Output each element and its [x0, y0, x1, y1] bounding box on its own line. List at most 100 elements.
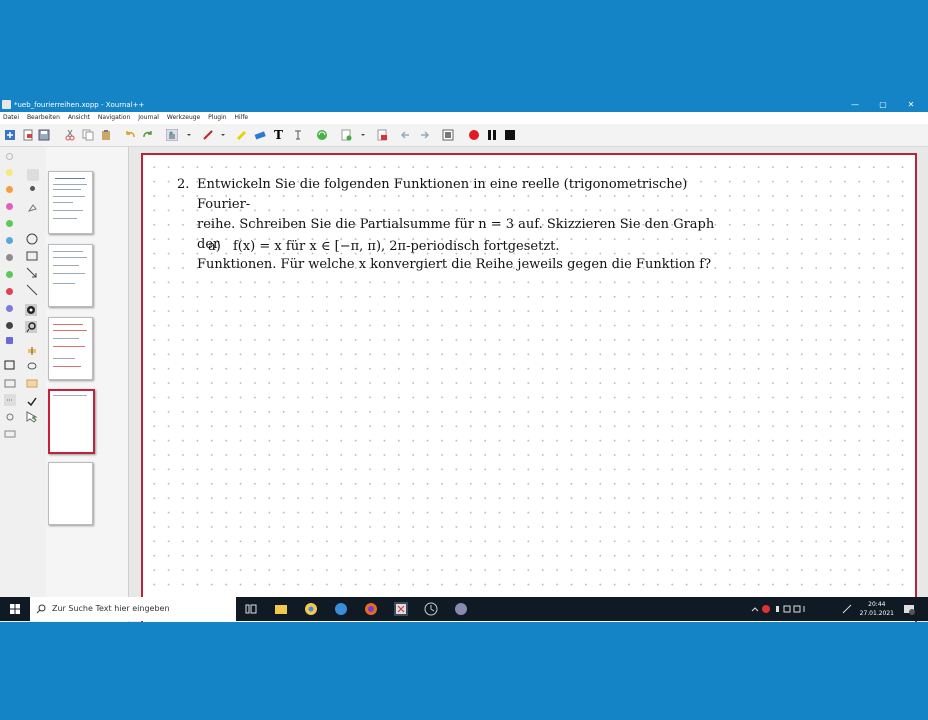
- refresh-icon[interactable]: [316, 129, 328, 141]
- hand-pointer-icon[interactable]: [25, 411, 37, 423]
- stop-icon[interactable]: [504, 129, 516, 141]
- page-preview-sidebar: [46, 147, 129, 622]
- menu-journal[interactable]: Journal: [135, 112, 162, 124]
- fill-icon[interactable]: [26, 203, 38, 215]
- select-rect-icon[interactable]: [4, 360, 16, 372]
- rectangle-icon[interactable]: [26, 250, 38, 262]
- menu-datei[interactable]: Datei: [0, 112, 22, 124]
- line-icon[interactable]: [26, 284, 38, 296]
- menu-plugin[interactable]: Plugin: [205, 112, 229, 124]
- document-page[interactable]: 2. Entwickeln Sie die folgenden Funktion…: [141, 153, 917, 622]
- problem-body: Entwickeln Sie die folgenden Funktionen …: [197, 175, 737, 275]
- subproblem-text: f(x) = x für x ∈ [−π, π), 2π-periodisch …: [232, 239, 560, 254]
- taskbar-clock[interactable]: 20:44 27.01.2021: [860, 600, 894, 618]
- page-thumbnail[interactable]: [48, 317, 93, 380]
- color-purple[interactable]: [6, 305, 13, 312]
- copy-icon[interactable]: [82, 129, 94, 141]
- dropdown-icon[interactable]: [360, 129, 366, 141]
- clock-time: 20:44: [868, 601, 886, 608]
- chrome-icon[interactable]: [304, 602, 318, 616]
- color-gray[interactable]: [6, 254, 13, 261]
- fullscreen-icon[interactable]: [442, 129, 454, 141]
- window-title: *ueb_fourierreihen.xopp - Xournal++: [14, 101, 145, 109]
- tool-panel: [0, 147, 46, 622]
- text-insert-icon[interactable]: [26, 345, 38, 357]
- color-green-2[interactable]: [6, 271, 13, 278]
- open-icon[interactable]: [22, 129, 34, 141]
- search-icon: [36, 604, 46, 614]
- app-icon[interactable]: [454, 602, 468, 616]
- close-button[interactable]: ✕: [900, 98, 922, 112]
- minimize-button[interactable]: —: [844, 98, 866, 112]
- system-tray-icon[interactable]: [750, 602, 810, 616]
- color-green[interactable]: [6, 220, 13, 227]
- xournal-taskbar-icon[interactable]: [394, 602, 408, 616]
- save-icon[interactable]: [38, 129, 50, 141]
- play-object-icon[interactable]: [4, 428, 16, 440]
- arrow-icon[interactable]: [26, 267, 38, 279]
- menu-bearbeiten[interactable]: Bearbeiten: [24, 112, 63, 124]
- page-add-icon[interactable]: [340, 129, 352, 141]
- network-icon[interactable]: [840, 602, 854, 616]
- select-object-icon[interactable]: [25, 304, 37, 316]
- color-white[interactable]: [6, 153, 13, 160]
- page-thumbnail[interactable]: [48, 244, 93, 307]
- edge-icon[interactable]: [334, 602, 348, 616]
- notification-icon[interactable]: [902, 602, 916, 616]
- small-dot-tool[interactable]: [27, 169, 39, 181]
- select-lasso-icon[interactable]: [25, 321, 37, 333]
- menu-ansicht[interactable]: Ansicht: [65, 112, 93, 124]
- menu-werkzeuge[interactable]: Werkzeuge: [164, 112, 203, 124]
- color-yellow[interactable]: [6, 169, 13, 176]
- color-magenta[interactable]: [6, 203, 13, 210]
- text-icon[interactable]: T: [274, 129, 286, 141]
- windows-start-icon[interactable]: [8, 602, 22, 616]
- menu-bar: Datei Bearbeiten Ansicht Navigation Jour…: [0, 112, 928, 124]
- paste-icon[interactable]: [100, 129, 112, 141]
- problem-line: Entwickeln Sie die folgenden Funktionen …: [197, 177, 688, 212]
- taskbar-search-box[interactable]: Zur Suche Text hier eingeben: [30, 597, 236, 621]
- pen-icon[interactable]: [202, 129, 214, 141]
- color-red[interactable]: [6, 288, 13, 295]
- eraser-icon[interactable]: [254, 129, 266, 141]
- problem-line: Funktionen. Für welche x konvergiert die…: [197, 257, 712, 272]
- camera-icon[interactable]: [4, 377, 16, 389]
- dropdown-icon[interactable]: [220, 129, 226, 141]
- redo-icon[interactable]: [142, 129, 154, 141]
- color-blue-square[interactable]: [6, 337, 13, 344]
- hand-icon[interactable]: [166, 129, 178, 141]
- lasso-icon[interactable]: [26, 361, 38, 373]
- record-icon[interactable]: [468, 129, 480, 141]
- menu-hilfe[interactable]: Hilfe: [231, 112, 251, 124]
- firefox-icon[interactable]: [364, 602, 378, 616]
- undo-icon[interactable]: [124, 129, 136, 141]
- xournal-app-icon: [2, 100, 11, 109]
- page-thumbnail[interactable]: [48, 462, 93, 525]
- vertical-space-icon[interactable]: [4, 394, 16, 406]
- image-insert-icon[interactable]: [26, 378, 38, 390]
- color-black[interactable]: [6, 322, 13, 329]
- dropdown-icon[interactable]: [186, 129, 192, 141]
- task-view-icon[interactable]: [244, 602, 258, 616]
- delete-page-icon[interactable]: [376, 129, 388, 141]
- new-icon[interactable]: [4, 129, 16, 141]
- cut-icon[interactable]: [64, 129, 76, 141]
- tex-icon[interactable]: [292, 129, 304, 141]
- color-orange[interactable]: [6, 186, 13, 193]
- ellipse-icon[interactable]: [26, 233, 38, 245]
- document-canvas[interactable]: 2. Entwickeln Sie die folgenden Funktion…: [129, 147, 928, 622]
- page-thumbnail[interactable]: [48, 171, 93, 234]
- audio-icon[interactable]: [4, 411, 16, 423]
- maximize-button[interactable]: ▢: [872, 98, 894, 112]
- check-icon[interactable]: [26, 396, 38, 408]
- menu-navigation[interactable]: Navigation: [95, 112, 133, 124]
- clock-app-icon[interactable]: [424, 602, 438, 616]
- prev-icon[interactable]: [400, 129, 412, 141]
- medium-dot-icon[interactable]: [30, 186, 35, 191]
- page-thumbnail-selected[interactable]: [48, 389, 95, 454]
- pause-icon[interactable]: [486, 129, 498, 141]
- highlighter-icon[interactable]: [236, 129, 248, 141]
- color-lightblue[interactable]: [6, 237, 13, 244]
- next-icon[interactable]: [418, 129, 430, 141]
- file-explorer-icon[interactable]: [274, 602, 288, 616]
